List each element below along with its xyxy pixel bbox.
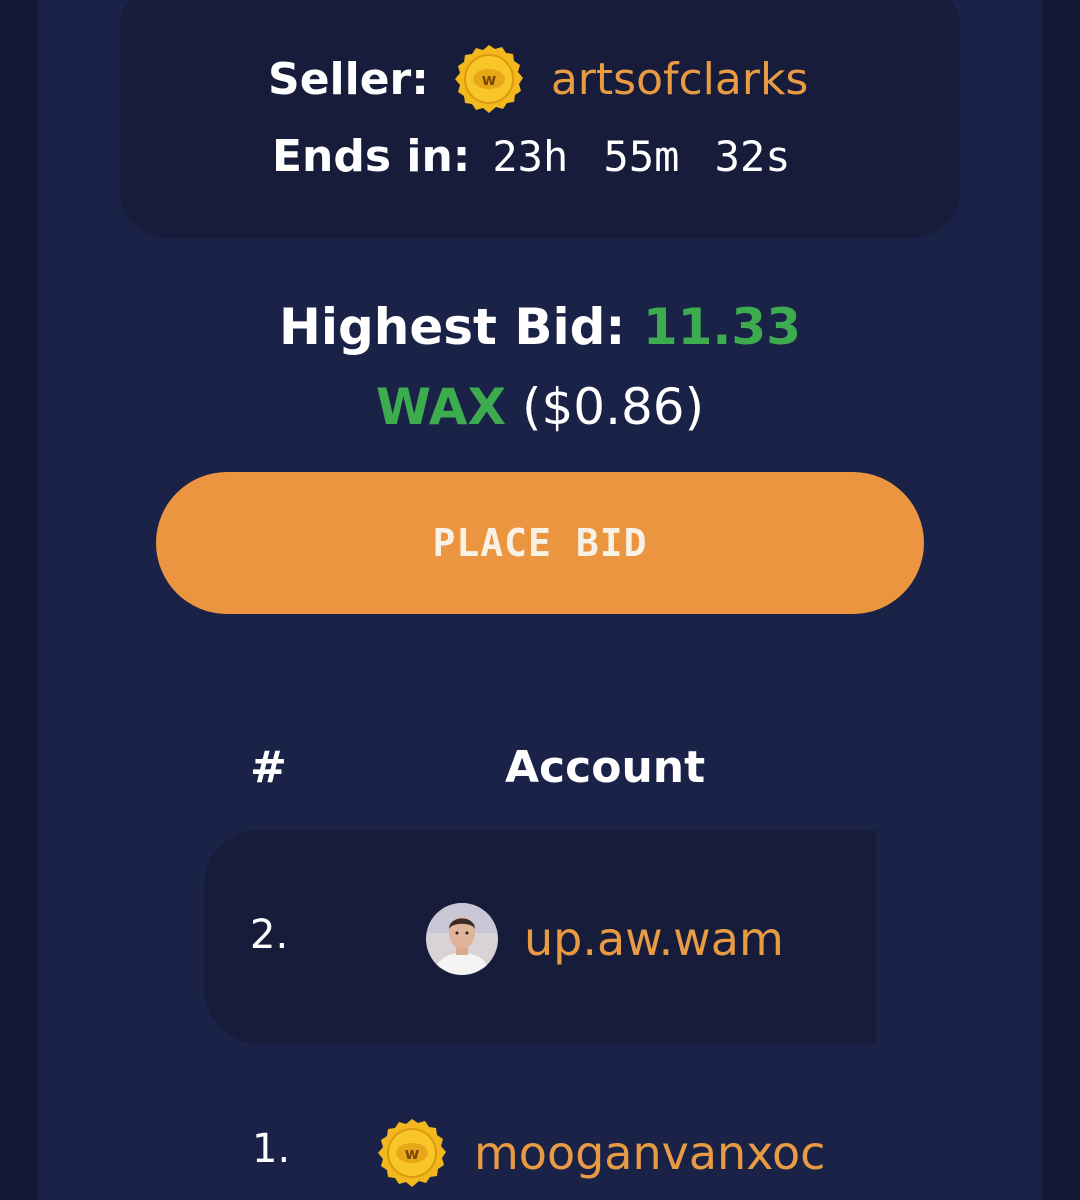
seller-row: Seller: w artsofclarks <box>268 45 809 113</box>
row-account: w mooganvanxoc <box>376 1117 825 1189</box>
user-photo-avatar <box>426 903 498 975</box>
row-rank: 1. <box>252 1126 291 1172</box>
row-rank: 2. <box>250 912 289 958</box>
auction-page: Seller: w artsofclarks Ends in: 23h 55m … <box>0 0 1080 1200</box>
highest-bid-line: Highest Bid: 11.33 <box>0 298 1080 356</box>
wax-coin-icon: w <box>376 1117 448 1189</box>
seller-account-link[interactable]: artsofclarks <box>551 54 809 105</box>
svg-text:w: w <box>481 70 496 89</box>
ends-in-row: Ends in: 23h 55m 32s <box>272 128 791 184</box>
ends-in-label: Ends in: <box>272 130 471 182</box>
column-header-rank: # <box>250 742 287 793</box>
wax-coin-icon: w <box>453 43 525 115</box>
highest-bid-amount: 11.33 <box>642 298 801 356</box>
bid-currency: WAX <box>375 378 507 436</box>
svg-text:w: w <box>405 1144 420 1163</box>
bid-usd-value: ($0.86) <box>521 378 705 436</box>
countdown-timer: 23h 55m 32s <box>492 131 791 181</box>
auction-info-card <box>120 0 960 238</box>
column-header-account: Account <box>505 742 706 793</box>
bidder-account-link[interactable]: up.aw.wam <box>524 912 784 966</box>
row-account: up.aw.wam <box>426 903 784 975</box>
bidder-account-link[interactable]: mooganvanxoc <box>474 1126 825 1180</box>
highest-bid-currency-line: WAX ($0.86) <box>0 378 1080 436</box>
highest-bid-label: Highest Bid: <box>279 298 626 356</box>
seller-label: Seller: <box>268 53 429 105</box>
place-bid-button[interactable]: PLACE BID <box>156 472 924 614</box>
